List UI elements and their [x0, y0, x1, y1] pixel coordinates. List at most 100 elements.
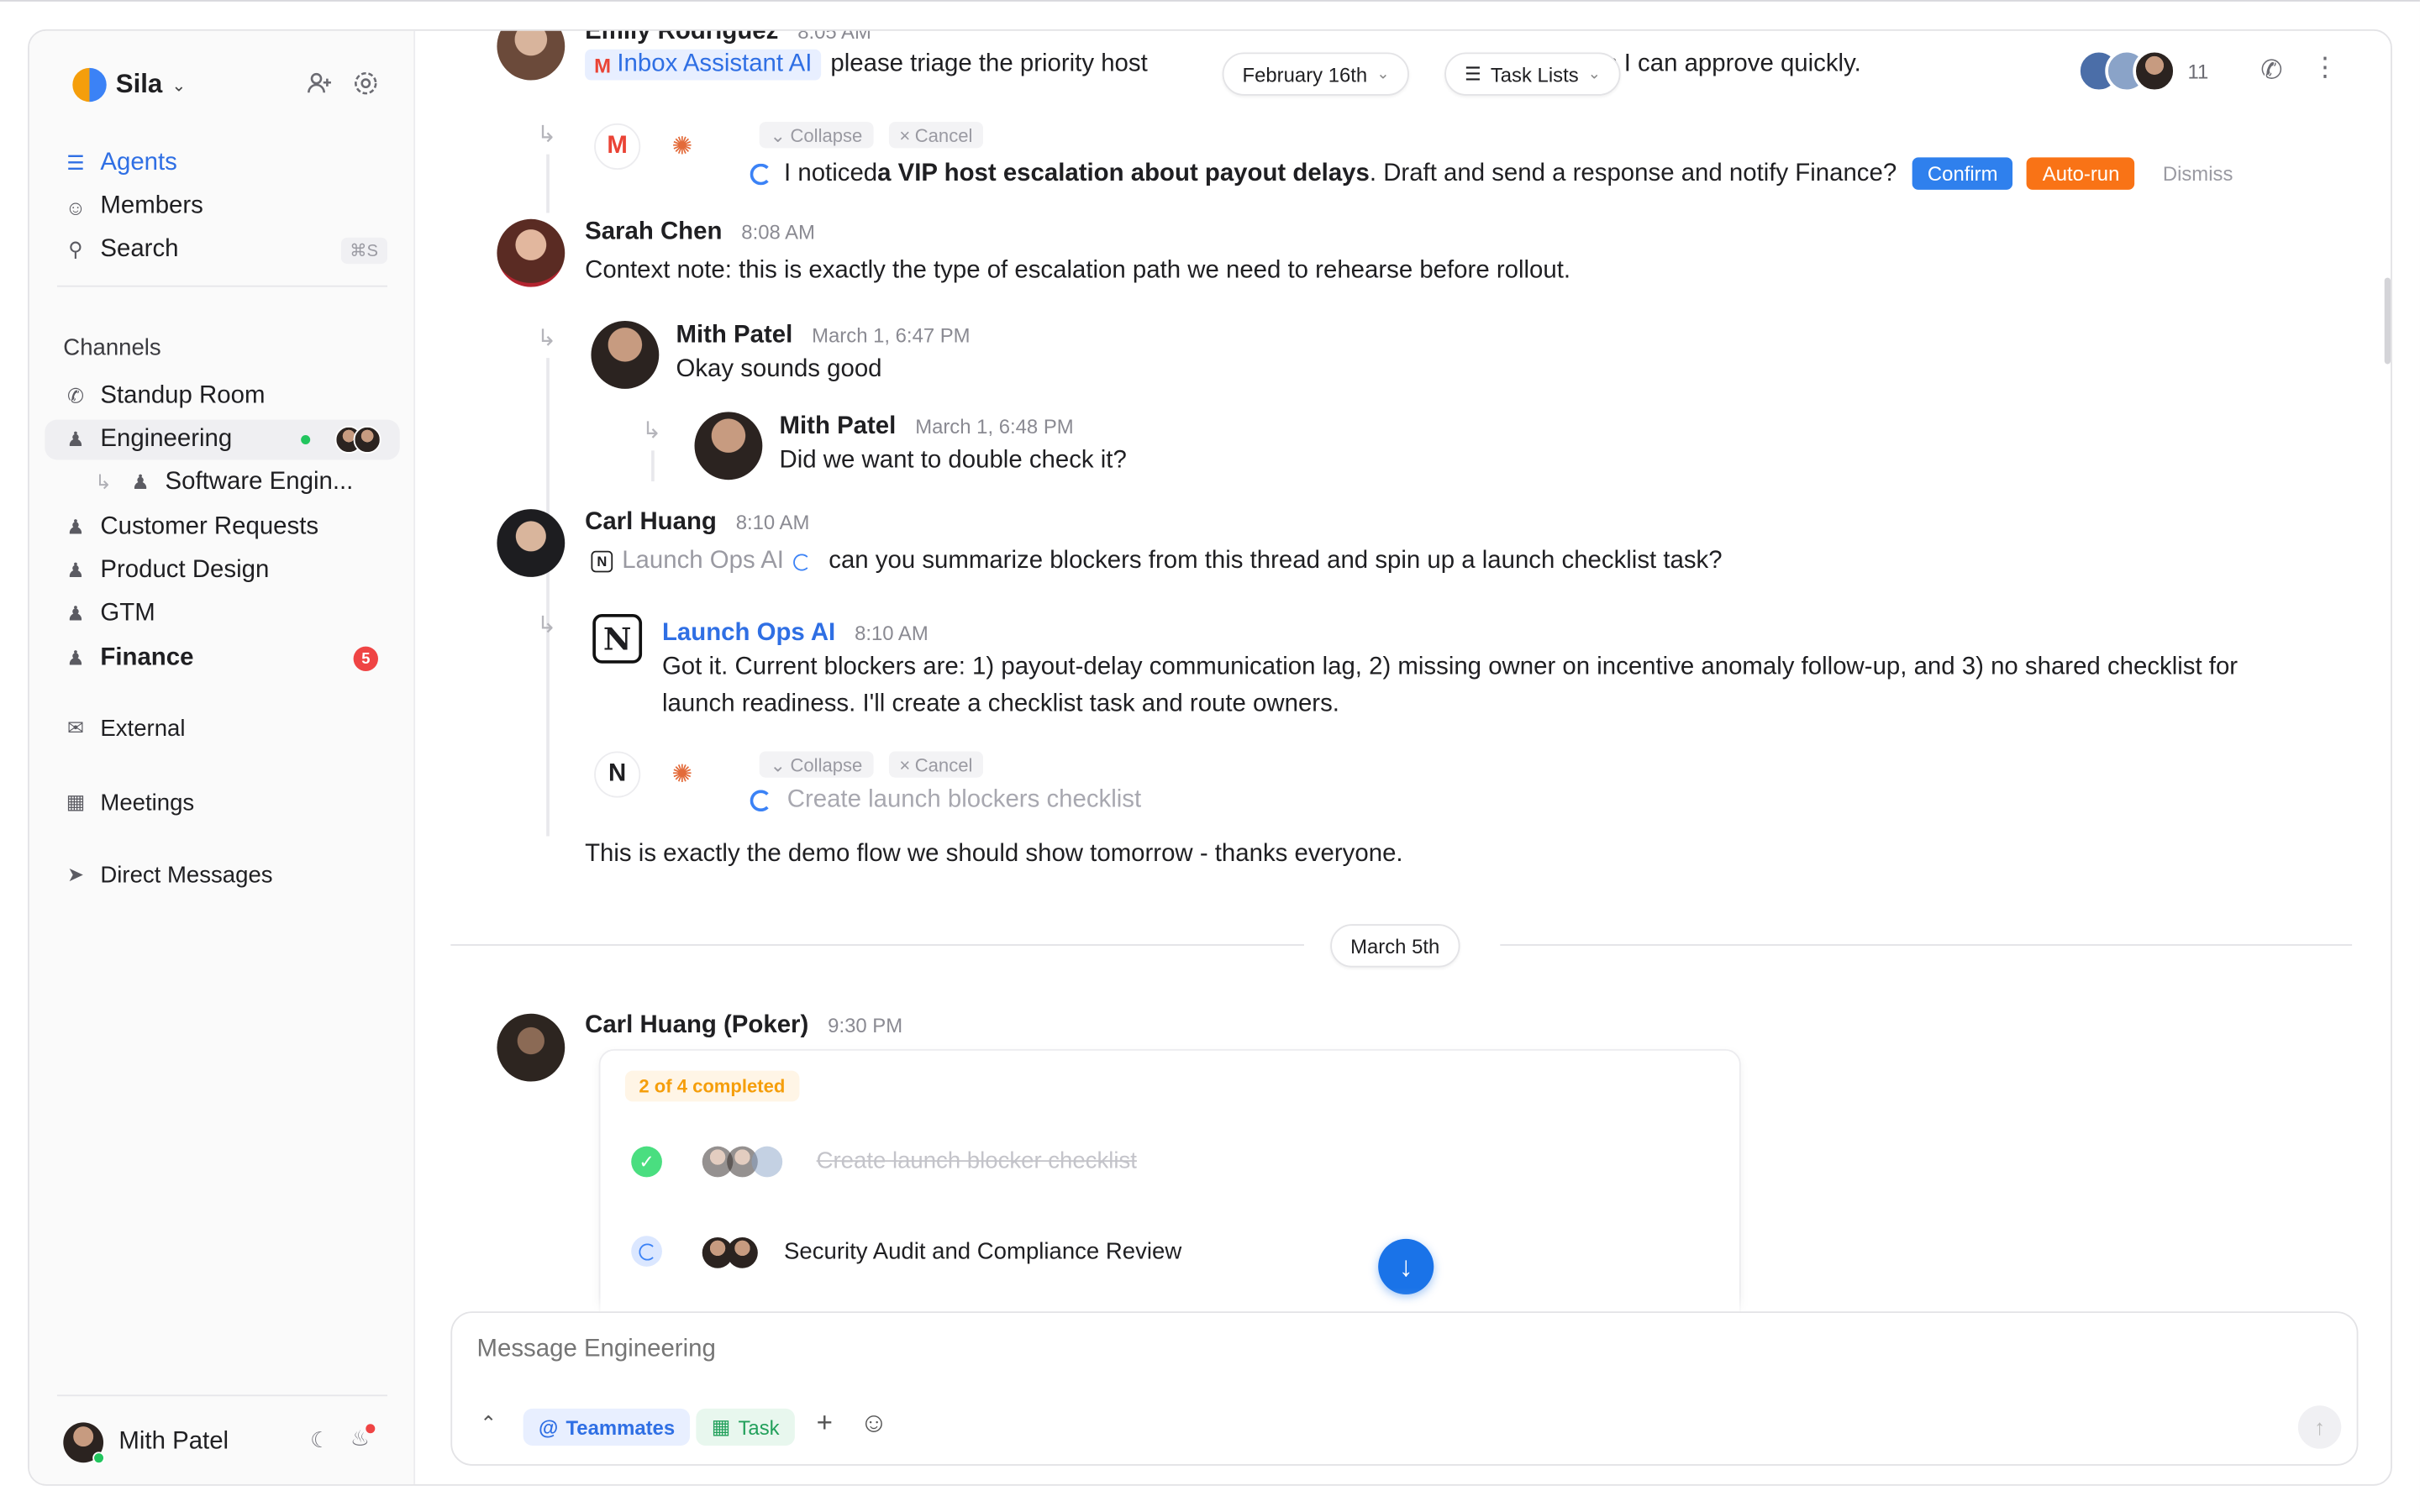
- message-author: Emily Rodriguez: [585, 29, 779, 45]
- task-checklist-card: 2 of 4 completed ✓ Create launch blocker…: [598, 1048, 1741, 1327]
- collapse-label: Collapse: [790, 753, 863, 775]
- channel-label: Finance: [100, 644, 194, 671]
- app-window: Sila ⌄ ☰ Agents ☺ Members ⚲ Search ⌘S Ch…: [28, 29, 2392, 1486]
- channel-software-engineering[interactable]: ↳ ♟ Software Engin...: [45, 463, 399, 503]
- more-options-icon[interactable]: ⋮: [2312, 52, 2338, 83]
- nav-meetings[interactable]: ▦ Meetings: [45, 782, 399, 822]
- channel-finance[interactable]: ♟ Finance 5: [45, 638, 399, 679]
- add-plus-icon[interactable]: +: [817, 1407, 833, 1440]
- workspace-name: Sila: [115, 69, 163, 99]
- message-text: Did we want to double check it?: [779, 447, 1127, 474]
- auto-run-button[interactable]: Auto-run: [2027, 157, 2135, 190]
- avatar: [497, 509, 566, 577]
- phone-icon: ✆: [66, 384, 85, 407]
- cancel-button[interactable]: × Cancel: [888, 751, 984, 778]
- agent-mention[interactable]: Launch Ops AI: [622, 548, 784, 575]
- nav-external[interactable]: ✉ External: [45, 708, 399, 748]
- avatar: [63, 1422, 105, 1465]
- agent-suggestion: I noticed a VIP host escalation about pa…: [750, 157, 2233, 190]
- nav-search[interactable]: ⚲ Search ⌘S: [45, 230, 399, 270]
- group-icon: ♟: [66, 558, 85, 582]
- emoji-smile-icon[interactable]: ☺: [860, 1407, 888, 1440]
- at-sign-icon: @: [539, 1415, 559, 1439]
- date-jump-pill[interactable]: February 16th ⌄: [1222, 52, 1410, 96]
- suggestion-bold: a VIP host escalation about payout delay…: [877, 160, 1370, 186]
- moon-icon[interactable]: ☾: [310, 1427, 329, 1453]
- agent-mention-label: Inbox Assistant AI: [617, 50, 813, 77]
- tool-controls: ⌄ Collapse × Cancel: [759, 122, 984, 149]
- task-lists-pill[interactable]: ☰ Task Lists ⌄: [1444, 52, 1621, 96]
- task-label: Task: [738, 1415, 780, 1439]
- reply-arrow-icon: ↳: [537, 612, 557, 639]
- calendar-icon: ▦: [66, 790, 86, 813]
- settings-gear-icon[interactable]: [350, 68, 381, 99]
- teammates-label: Teammates: [566, 1415, 676, 1439]
- members-icon: ☺: [65, 195, 87, 218]
- task-list-icon: ▦: [711, 1415, 731, 1438]
- call-phone-icon[interactable]: ✆: [2260, 55, 2282, 87]
- dismiss-button[interactable]: Dismiss: [2163, 162, 2233, 186]
- add-member-icon[interactable]: [304, 68, 335, 99]
- workspace-switcher[interactable]: Sila ⌄: [72, 65, 186, 105]
- date-pill-label: February 16th: [1242, 62, 1368, 86]
- bell-icon[interactable]: ♨: [350, 1424, 375, 1452]
- cancel-button[interactable]: × Cancel: [888, 122, 984, 149]
- teammates-button[interactable]: @ Teammates: [523, 1408, 691, 1446]
- channel-main: 11 ✆ ⋮ Emily Rodriguez 8:05 AM M Inbox A…: [417, 29, 2391, 1484]
- channel-gtm[interactable]: ♟ GTM: [45, 594, 399, 634]
- scroll-to-bottom-button[interactable]: ↓: [1378, 1238, 1434, 1294]
- message-time: March 1, 6:47 PM: [812, 323, 971, 348]
- current-user[interactable]: Mith Patel: [63, 1422, 229, 1465]
- channel-label: Software Engin...: [165, 469, 354, 496]
- progress-badge: 2 of 4 completed: [624, 1070, 799, 1102]
- handshake-icon: ✉: [66, 716, 85, 739]
- channel-standup-room[interactable]: ✆ Standup Room: [45, 376, 399, 417]
- date-divider-label: March 5th: [1350, 934, 1440, 958]
- checklist-item-label[interactable]: Security Audit and Compliance Review: [784, 1239, 1181, 1265]
- collapse-button[interactable]: ⌄ Collapse: [759, 122, 874, 149]
- channel-customer-requests[interactable]: ♟ Customer Requests: [45, 507, 399, 548]
- message-author: Mith Patel: [676, 322, 793, 349]
- message-body: N Launch Ops AI can you summarize blocke…: [591, 548, 1723, 575]
- avatar: [751, 1146, 783, 1178]
- chevron-down-icon: ⌄: [770, 753, 786, 775]
- loading-spinner-icon: [750, 790, 772, 812]
- thread-line: [651, 450, 655, 482]
- collapse-button[interactable]: ⌄ Collapse: [759, 751, 874, 778]
- channel-product-design[interactable]: ♟ Product Design: [45, 551, 399, 591]
- channel-label: GTM: [100, 600, 155, 627]
- task-button[interactable]: ▦ Task: [696, 1408, 795, 1446]
- workspace-logo: [72, 67, 107, 102]
- message-header: Mith Patel March 1, 6:48 PM: [780, 413, 1074, 441]
- agent-mention[interactable]: M Inbox Assistant AI: [585, 49, 822, 81]
- send-button[interactable]: ↑: [2297, 1405, 2342, 1449]
- in-progress-icon[interactable]: [631, 1236, 662, 1267]
- close-icon: ×: [899, 753, 911, 775]
- online-indicator: [92, 1452, 105, 1465]
- avatar: [591, 321, 660, 389]
- message-author: Sarah Chen: [585, 218, 723, 246]
- chevron-up-icon[interactable]: ⌃: [480, 1412, 497, 1436]
- thread-line: [546, 154, 550, 213]
- checkbox-checked-icon[interactable]: ✓: [631, 1146, 662, 1178]
- notion-icon: N: [591, 550, 613, 573]
- nav-agents[interactable]: ☰ Agents: [45, 144, 399, 184]
- message-input[interactable]: [476, 1331, 1866, 1369]
- nav-direct-messages[interactable]: ➤ Direct Messages: [45, 855, 399, 895]
- message-text: Okay sounds good: [676, 356, 882, 383]
- confirm-button[interactable]: Confirm: [1912, 157, 2013, 190]
- checklist-item-label[interactable]: Create launch blocker checklist: [817, 1148, 1137, 1174]
- tool-controls: ⌄ Collapse × Cancel: [759, 751, 984, 778]
- nav-members[interactable]: ☺ Members: [45, 186, 399, 227]
- member-stack[interactable]: 11: [2076, 49, 2208, 93]
- scrollbar-thumb[interactable]: [2384, 277, 2391, 365]
- message-header: Carl Huang (Poker) 9:30 PM: [585, 1012, 902, 1040]
- nav-search-label: Search: [100, 236, 179, 263]
- channels-heading: Channels: [63, 334, 161, 361]
- message-author: Launch Ops AI: [661, 620, 836, 647]
- message-header: Carl Huang 8:10 AM: [585, 509, 809, 537]
- channel-engineering[interactable]: ♟ Engineering: [45, 419, 400, 460]
- group-icon: ♟: [66, 515, 85, 539]
- avatar: [694, 412, 763, 480]
- avatar: [497, 30, 566, 81]
